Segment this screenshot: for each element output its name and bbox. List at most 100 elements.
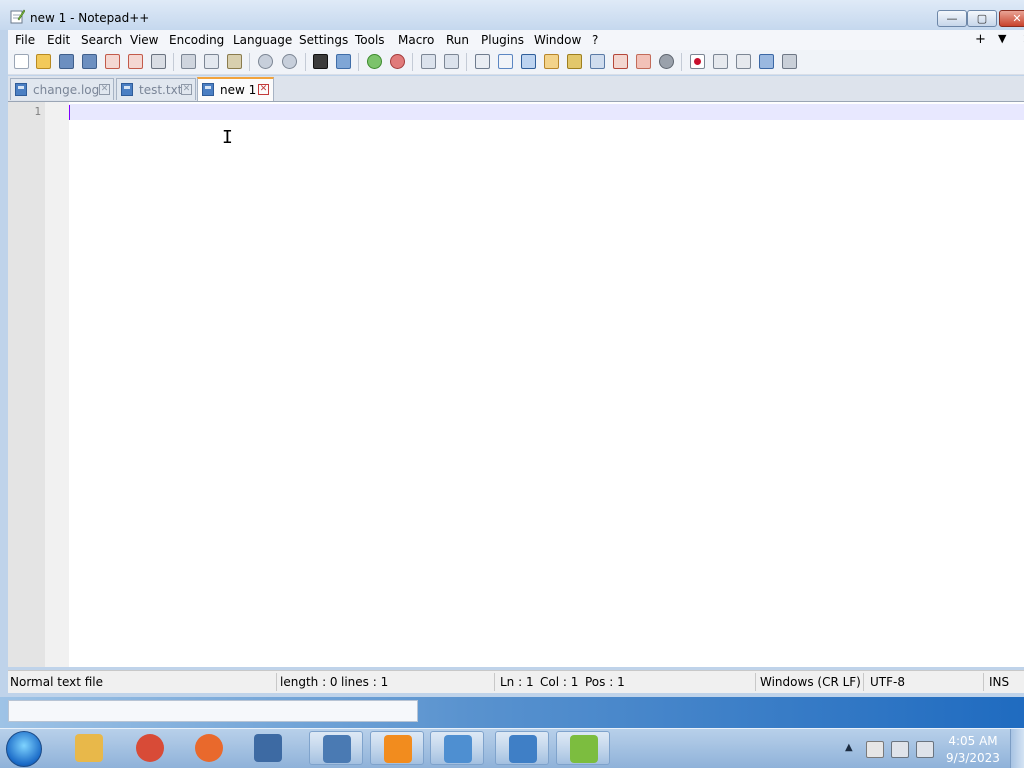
notepadpp-window: new 1 - Notepad++ — ▢ ✕ File Edit Search… <box>0 0 1024 728</box>
save-all-icon[interactable] <box>82 54 97 69</box>
tab-new-1[interactable]: new 1 ✕ <box>197 77 274 101</box>
sync-vertical-icon[interactable] <box>421 54 436 69</box>
document-map-icon[interactable] <box>567 54 582 69</box>
tab-close-icon[interactable]: ✕ <box>258 84 269 95</box>
taskbar-button-virtualbox[interactable] <box>241 731 295 765</box>
menu-search[interactable]: Search <box>81 32 122 48</box>
menu-window[interactable]: Window <box>534 32 581 48</box>
taskbar-button-app-window[interactable] <box>309 731 363 765</box>
minimize-button[interactable]: — <box>937 10 967 27</box>
editor-area[interactable]: 1 <box>8 101 1024 667</box>
close-button[interactable]: ✕ <box>999 10 1024 27</box>
toolbar-separator <box>358 53 359 71</box>
menu-settings[interactable]: Settings <box>299 32 348 48</box>
toolbar-separator <box>412 53 413 71</box>
new-tab-plus-icon[interactable]: + <box>975 32 986 47</box>
status-separator <box>276 673 277 691</box>
firefox-icon <box>195 734 223 762</box>
word-wrap-icon[interactable] <box>475 54 490 69</box>
menu-edit[interactable]: Edit <box>47 32 70 48</box>
redo-icon[interactable] <box>282 54 297 69</box>
tab-list-dropdown-icon[interactable]: ▼ <box>998 32 1006 45</box>
find-icon[interactable] <box>313 54 328 69</box>
menu-run[interactable]: Run <box>446 32 469 48</box>
clock-date[interactable]: 9/3/2023 <box>946 751 1000 765</box>
menu-tools[interactable]: Tools <box>355 32 385 48</box>
status-encoding[interactable]: UTF-8 <box>870 675 905 689</box>
background-window-panel <box>8 700 418 722</box>
sync-horizontal-icon[interactable] <box>444 54 459 69</box>
menu-plugins[interactable]: Plugins <box>481 32 524 48</box>
taskbar-button-media-player[interactable] <box>370 731 424 765</box>
zoom-out-icon[interactable] <box>390 54 405 69</box>
status-insert-mode[interactable]: INS <box>989 675 1009 689</box>
record-macro-icon[interactable] <box>690 54 705 69</box>
menu-bar: File Edit Search View Encoding Language … <box>8 30 1024 50</box>
volume-muted-icon[interactable] <box>916 741 934 758</box>
title-bar[interactable]: new 1 - Notepad++ — ▢ ✕ <box>0 0 1024 30</box>
save-macro-icon[interactable] <box>782 54 797 69</box>
show-all-characters-icon[interactable] <box>498 54 513 69</box>
menu-help[interactable]: ? <box>592 32 598 48</box>
taskbar-button-remote-desktop[interactable] <box>495 731 549 765</box>
status-eol[interactable]: Windows (CR LF) <box>760 675 861 689</box>
menu-view[interactable]: View <box>130 32 158 48</box>
menu-file[interactable]: File <box>15 32 35 48</box>
replace-icon[interactable] <box>336 54 351 69</box>
paste-icon[interactable] <box>227 54 242 69</box>
window-title: new 1 - Notepad++ <box>30 11 150 25</box>
tab-test-txt[interactable]: test.txt ✕ <box>116 78 196 100</box>
run-macro-multiple-icon[interactable] <box>759 54 774 69</box>
line-number: 1 <box>34 105 41 118</box>
maximize-button[interactable]: ▢ <box>967 10 997 27</box>
close-file-icon[interactable] <box>105 54 120 69</box>
play-macro-icon[interactable] <box>736 54 751 69</box>
open-file-icon[interactable] <box>36 54 51 69</box>
clock-time[interactable]: 4:05 AM <box>946 734 1000 748</box>
action-center-icon[interactable] <box>866 741 884 758</box>
app-window-icon <box>323 735 351 763</box>
tab-label: test.txt <box>139 83 183 97</box>
toolbar-separator <box>466 53 467 71</box>
network-icon[interactable] <box>891 741 909 758</box>
toolbar-separator <box>681 53 682 71</box>
show-hidden-icons-icon[interactable]: ▲ <box>845 742 853 753</box>
toolbar-separator <box>173 53 174 71</box>
cut-icon[interactable] <box>181 54 196 69</box>
toolbar-separator <box>305 53 306 71</box>
tab-close-icon[interactable]: ✕ <box>99 84 110 95</box>
chrome-icon <box>136 734 164 762</box>
document-list-icon[interactable] <box>590 54 605 69</box>
close-all-icon[interactable] <box>128 54 143 69</box>
tab-close-icon[interactable]: ✕ <box>181 84 192 95</box>
status-lines: lines : 1 <box>341 675 389 689</box>
stop-macro-icon[interactable] <box>713 54 728 69</box>
file-saved-icon <box>15 83 27 96</box>
media-player-icon <box>384 735 412 763</box>
save-icon[interactable] <box>59 54 74 69</box>
user-language-icon[interactable] <box>544 54 559 69</box>
mouse-ibeam-cursor: I <box>222 127 233 148</box>
zoom-in-icon[interactable] <box>367 54 382 69</box>
function-list-icon[interactable] <box>613 54 628 69</box>
monitoring-icon[interactable] <box>659 54 674 69</box>
toolbar-separator <box>249 53 250 71</box>
menu-macro[interactable]: Macro <box>398 32 434 48</box>
menu-encoding[interactable]: Encoding <box>169 32 224 48</box>
fold-margin[interactable] <box>45 102 69 667</box>
taskbar-button-file-explorer[interactable] <box>62 731 116 765</box>
new-file-icon[interactable] <box>14 54 29 69</box>
menu-language[interactable]: Language <box>233 32 292 48</box>
folder-workspace-icon[interactable] <box>636 54 651 69</box>
undo-icon[interactable] <box>258 54 273 69</box>
tab-change-log[interactable]: change.log ✕ <box>10 78 114 100</box>
taskbar-button-chrome[interactable] <box>123 731 177 765</box>
indent-guide-icon[interactable] <box>521 54 536 69</box>
print-icon[interactable] <box>151 54 166 69</box>
taskbar-button-control-panel[interactable] <box>430 731 484 765</box>
taskbar-button-notepadpp[interactable] <box>556 731 610 765</box>
status-separator <box>863 673 864 691</box>
copy-icon[interactable] <box>204 54 219 69</box>
show-desktop-button[interactable] <box>1010 729 1024 768</box>
taskbar-button-firefox[interactable] <box>182 731 236 765</box>
